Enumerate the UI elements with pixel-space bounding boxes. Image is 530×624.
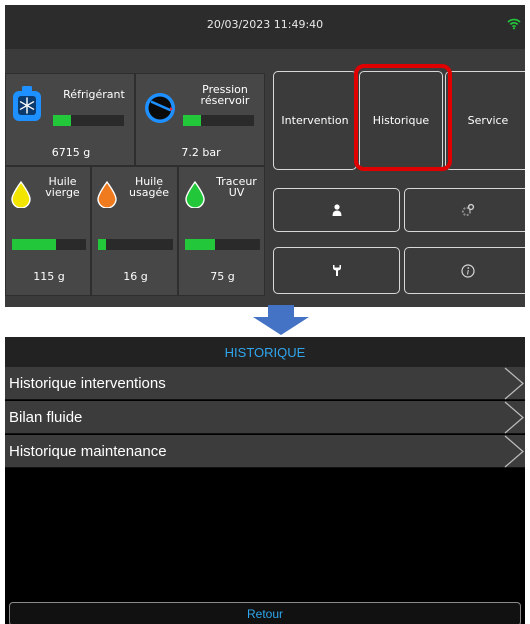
pressure-level-fill <box>183 115 201 126</box>
used-oil-level-fill <box>98 239 106 250</box>
pressure-gauge-icon <box>145 93 175 123</box>
user-button[interactable] <box>273 188 400 232</box>
virgin-oil-level-fill <box>12 239 57 250</box>
historique-highlight <box>354 64 452 171</box>
info-icon <box>460 263 475 278</box>
info-button[interactable] <box>404 247 525 294</box>
uv-tracer-value: 75 g <box>210 270 235 283</box>
intervention-button[interactable]: Intervention <box>273 71 357 170</box>
menu-item-historique-interventions[interactable]: Historique interventions <box>5 367 525 400</box>
used-oil-value: 16 g <box>123 270 148 283</box>
oil-drop-yellow-icon <box>11 181 31 208</box>
user-icon <box>332 204 341 216</box>
back-button[interactable]: Retour <box>9 602 521 624</box>
refrigerant-level-fill <box>53 115 71 126</box>
main-screen: 20/03/2023 11:49:40 Réfrigérant 6715 g P… <box>5 5 525 307</box>
menu-item-label: Bilan fluide <box>9 409 83 426</box>
menu-item-label: Historique interventions <box>9 375 166 392</box>
chevron-right-icon <box>504 367 524 400</box>
virgin-oil-level-bar <box>12 239 86 250</box>
uv-tracer-level-bar <box>185 239 260 250</box>
settings-icon <box>461 203 474 217</box>
used-oil-level-bar <box>98 239 173 250</box>
oil-drop-orange-icon <box>97 181 117 208</box>
transition-arrow-icon <box>253 305 309 335</box>
uv-tracer-label: Traceur UV <box>216 175 257 199</box>
refrigerant-tile: Réfrigérant 6715 g <box>5 73 135 166</box>
page-title: HISTORIQUE <box>5 337 525 367</box>
uv-tracer-level-fill <box>185 239 215 250</box>
wrench-icon <box>332 265 341 276</box>
historique-screen: HISTORIQUE Historique interventions Bila… <box>5 337 525 624</box>
wifi-icon <box>507 18 521 30</box>
oil-drop-green-icon <box>185 181 205 208</box>
refrigerant-value: 6715 g <box>51 146 91 159</box>
datetime: 20/03/2023 11:49:40 <box>206 18 324 31</box>
virgin-oil-value: 115 g <box>33 270 65 283</box>
virgin-oil-tile: Huile vierge 115 g <box>5 166 91 296</box>
chevron-right-icon <box>504 435 524 468</box>
menu-item-historique-maintenance[interactable]: Historique maintenance <box>5 435 525 468</box>
settings-button[interactable] <box>404 188 525 232</box>
used-oil-tile: Huile usagée 16 g <box>91 166 178 296</box>
pressure-level-bar <box>183 115 254 126</box>
refrigerant-bottle-icon <box>13 86 41 121</box>
refrigerant-level-bar <box>53 115 124 126</box>
menu-item-bilan-fluide[interactable]: Bilan fluide <box>5 401 525 434</box>
service-button[interactable]: Service <box>445 71 525 170</box>
chevron-right-icon <box>504 401 524 434</box>
tools-button[interactable] <box>273 247 400 294</box>
used-oil-label: Huile usagée <box>129 175 169 199</box>
pressure-tile: Pression réservoir 7.2 bar <box>135 73 265 166</box>
status-bar: 20/03/2023 11:49:40 <box>5 5 525 49</box>
uv-tracer-tile: Traceur UV 75 g <box>178 166 265 296</box>
virgin-oil-label: Huile vierge <box>45 175 80 199</box>
refrigerant-label: Réfrigérant <box>63 88 125 101</box>
pressure-label: Pression réservoir <box>200 83 250 107</box>
pressure-value: 7.2 bar <box>181 146 221 159</box>
menu-item-label: Historique maintenance <box>9 443 167 460</box>
